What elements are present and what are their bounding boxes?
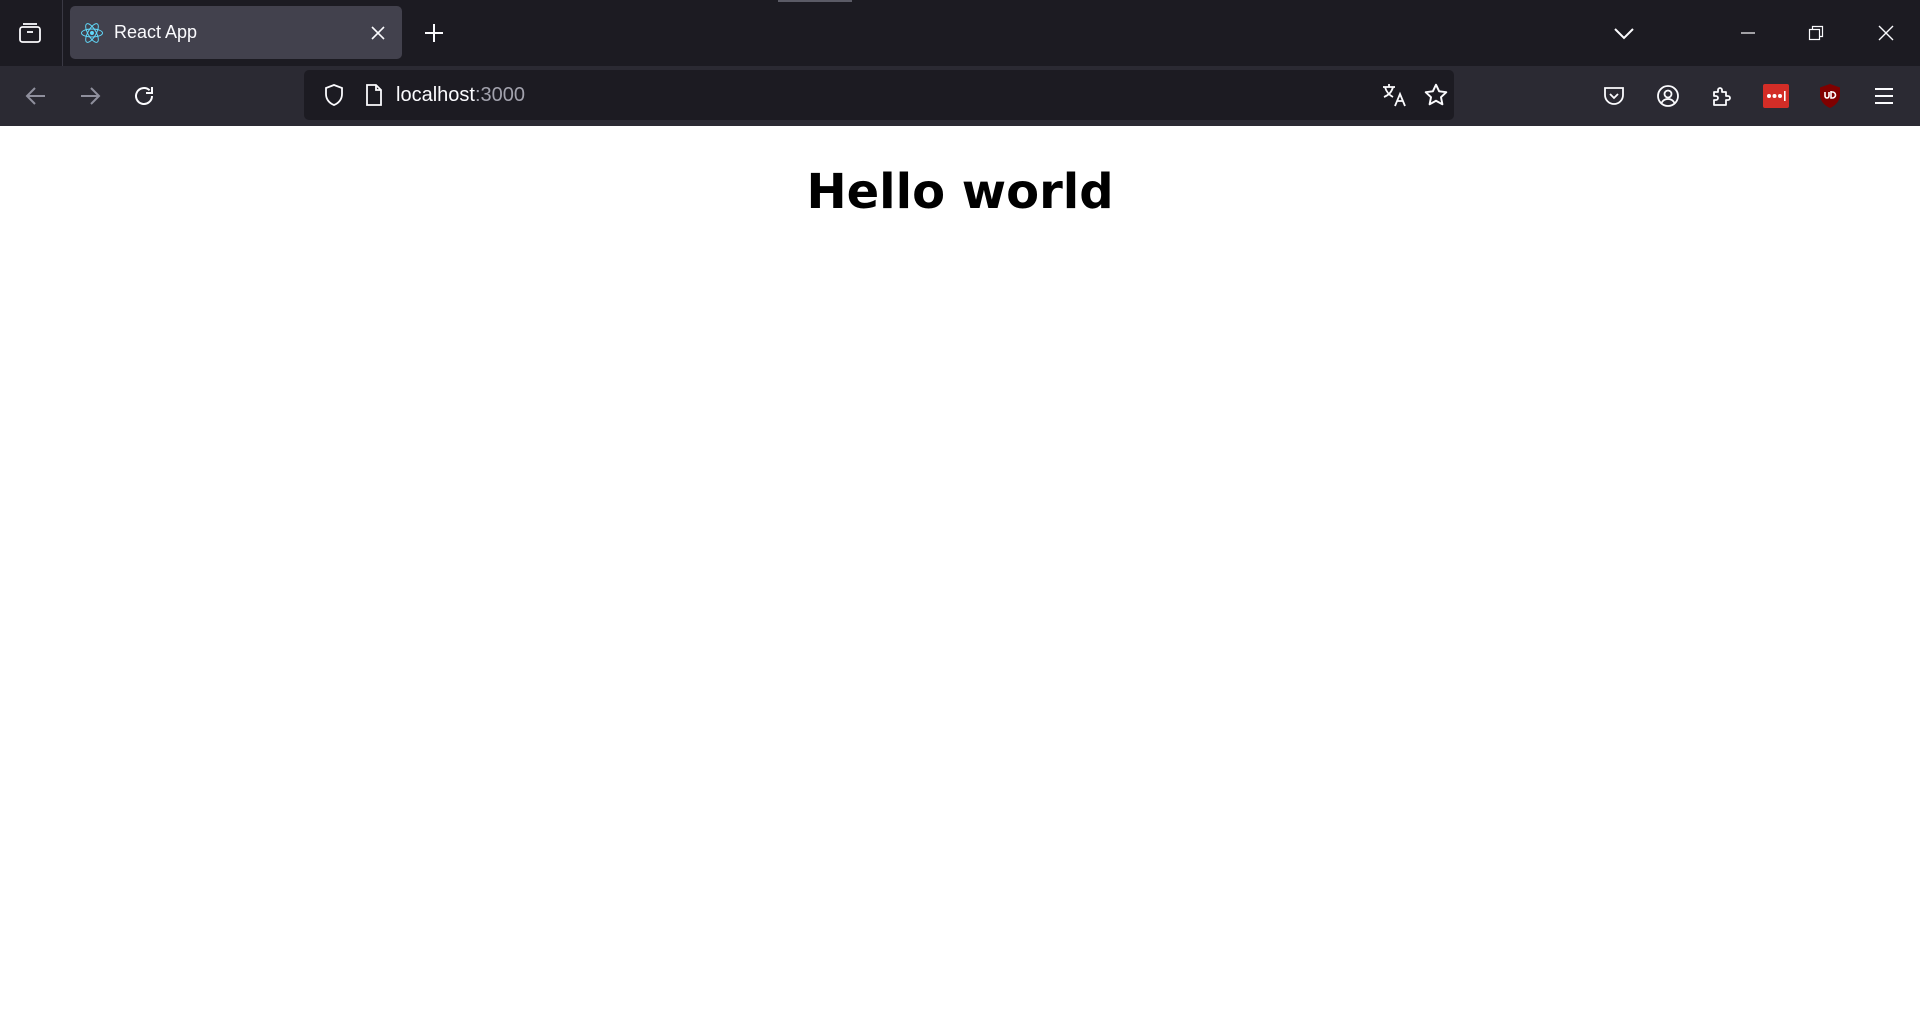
tab-react-app[interactable]: React App xyxy=(70,6,402,59)
star-icon xyxy=(1424,83,1448,106)
page-content: Hello world xyxy=(0,126,1920,1020)
app-menu-button[interactable] xyxy=(1864,76,1904,116)
back-button[interactable] xyxy=(16,76,56,116)
lastpass-extension-button[interactable] xyxy=(1756,76,1796,116)
translate-icon xyxy=(1383,84,1406,107)
hamburger-menu-icon xyxy=(1875,88,1893,104)
chevron-down-icon xyxy=(1614,28,1634,40)
tab-manager-icon xyxy=(19,23,41,43)
site-info-button[interactable] xyxy=(356,75,392,115)
pocket-button[interactable] xyxy=(1594,76,1634,116)
tab-title: React App xyxy=(114,22,198,42)
forward-button[interactable] xyxy=(70,76,110,116)
restore-icon xyxy=(1808,25,1824,41)
extensions-button[interactable] xyxy=(1702,76,1742,116)
shield-icon xyxy=(325,84,343,106)
reload-icon xyxy=(135,87,153,105)
tracking-protection-button[interactable] xyxy=(314,75,354,115)
url-host: localhost xyxy=(396,84,475,106)
tab-overflow-indicator xyxy=(778,0,852,2)
puzzle-icon xyxy=(1713,87,1731,106)
ublock-shield-icon xyxy=(1820,84,1840,108)
account-icon xyxy=(1657,85,1679,107)
reload-button[interactable] xyxy=(124,76,164,116)
plus-icon xyxy=(425,24,443,42)
tab-separator xyxy=(62,0,63,66)
bookmark-star-button[interactable] xyxy=(1416,75,1456,115)
react-logo-icon xyxy=(81,23,103,43)
url-port: :3000 xyxy=(474,84,525,106)
translate-button[interactable] xyxy=(1374,75,1414,115)
account-button[interactable] xyxy=(1648,76,1688,116)
arrow-right-icon xyxy=(81,87,101,105)
tab-close-button[interactable] xyxy=(364,19,392,47)
window-minimize-button[interactable] xyxy=(1724,10,1772,56)
tab-strip: React App xyxy=(0,0,1920,66)
lastpass-icon xyxy=(1763,84,1789,108)
new-tab-button[interactable] xyxy=(414,13,454,53)
pocket-icon xyxy=(1604,87,1624,105)
window-close-button[interactable] xyxy=(1862,10,1910,56)
tab-manager-button[interactable] xyxy=(8,13,52,53)
minimize-icon xyxy=(1741,32,1755,34)
close-icon xyxy=(1878,25,1894,41)
arrow-left-icon xyxy=(25,87,45,105)
list-all-tabs-button[interactable] xyxy=(1604,13,1644,53)
close-icon xyxy=(371,26,385,40)
page-heading: Hello world xyxy=(806,164,1114,220)
navigation-toolbar: localhost:3000 xyxy=(0,66,1920,126)
page-icon xyxy=(366,84,382,106)
url-text[interactable]: localhost:3000 xyxy=(396,70,525,120)
ublock-origin-button[interactable] xyxy=(1810,76,1850,116)
url-bar[interactable]: localhost:3000 xyxy=(304,70,1454,120)
window-restore-button[interactable] xyxy=(1792,10,1840,56)
